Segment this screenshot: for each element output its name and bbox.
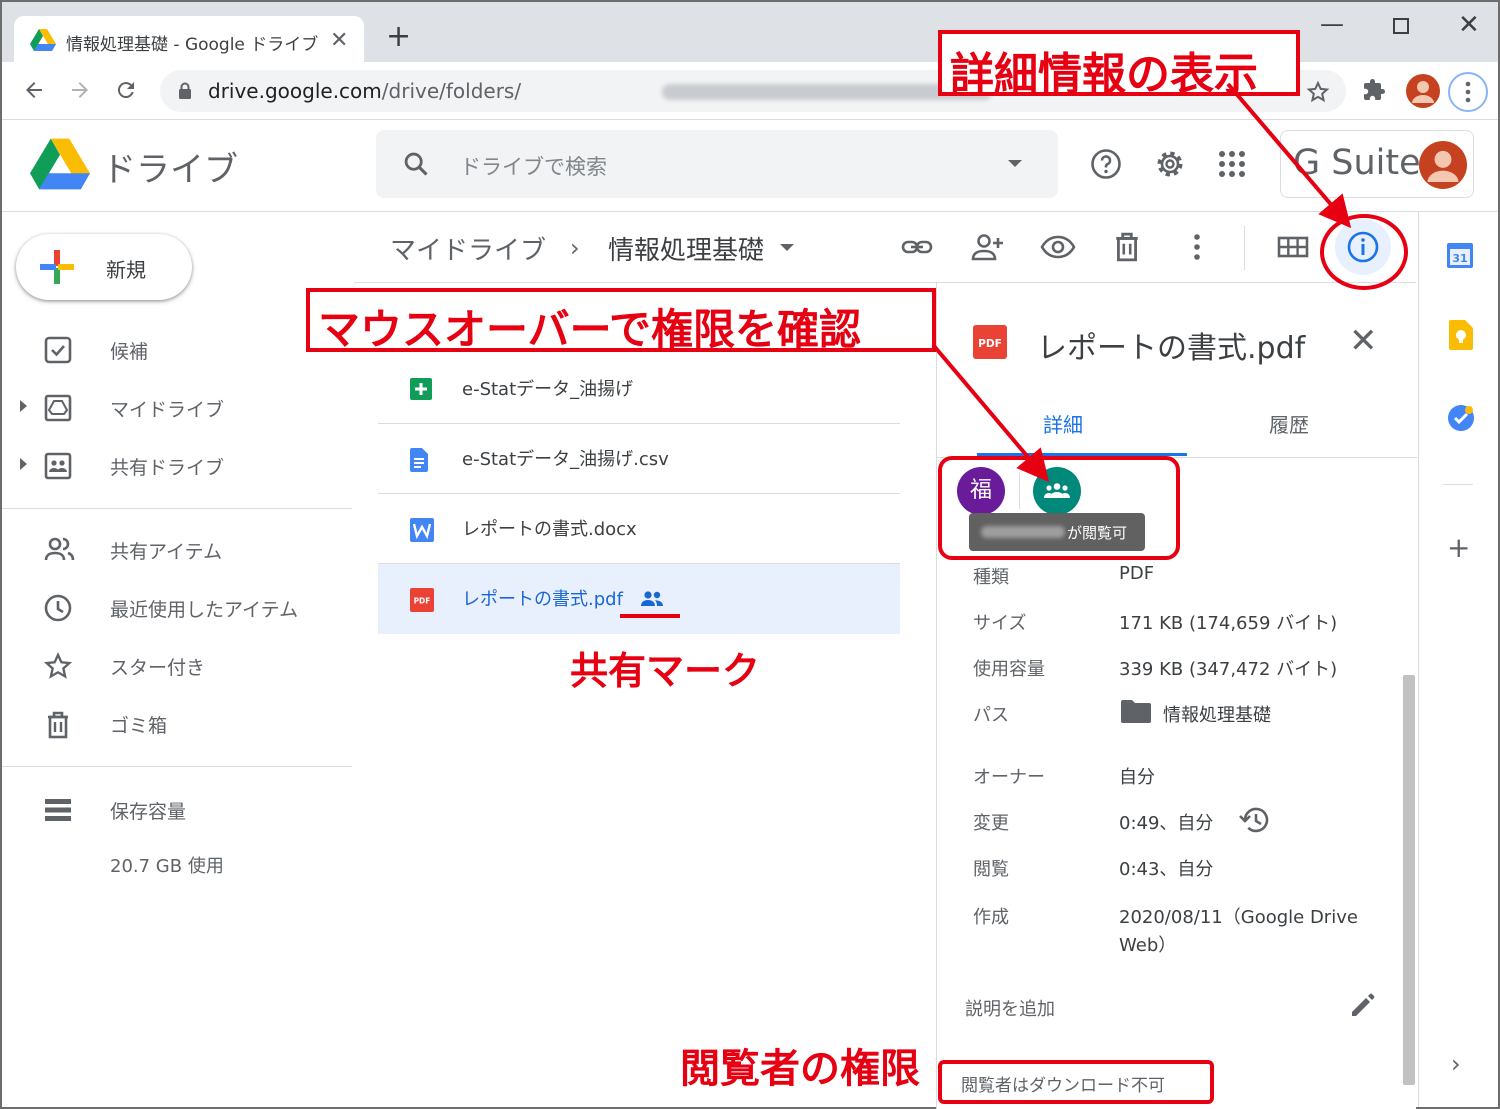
annotation-arrows	[932, 82, 1352, 483]
arrow-to-permissions	[932, 344, 1050, 483]
arrow-to-info-button	[1226, 82, 1352, 229]
